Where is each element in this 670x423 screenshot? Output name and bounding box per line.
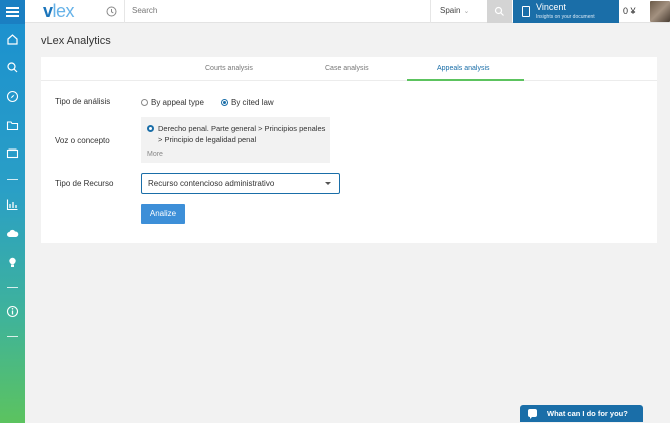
compass-icon[interactable] — [6, 90, 19, 103]
document-icon — [522, 6, 530, 17]
page-title: vLex Analytics — [41, 35, 111, 47]
lightbulb-icon[interactable] — [6, 256, 19, 269]
radio-label: By cited law — [231, 98, 274, 107]
chat-label: What can I do for you? — [547, 409, 628, 418]
info-icon[interactable] — [6, 305, 19, 318]
sidebar-divider — [7, 179, 18, 180]
concept-label: Voz o concepto — [55, 136, 110, 145]
country-label: Spain — [440, 6, 461, 15]
hamburger-menu-icon[interactable] — [0, 0, 25, 24]
tab-case-analysis[interactable]: Case analysis — [325, 65, 369, 72]
folder-icon[interactable] — [6, 119, 19, 132]
left-sidebar — [0, 0, 25, 423]
radio-label: By appeal type — [151, 98, 204, 107]
vlex-logo[interactable]: vlex — [43, 1, 75, 22]
history-icon[interactable] — [105, 5, 118, 18]
credits-counter[interactable]: 0 ¥ — [623, 6, 636, 16]
concept-selector[interactable]: Derecho penal. Parte general > Principio… — [141, 117, 330, 163]
avatar[interactable] — [650, 1, 670, 22]
radio-circle — [141, 99, 148, 106]
radio-by-appeal-type[interactable]: By appeal type — [141, 98, 204, 107]
tab-appeals-analysis[interactable]: Appeals analysis — [437, 65, 490, 72]
sidebar-divider — [7, 336, 18, 337]
recurso-select[interactable]: Recurso contencioso administrativo — [141, 173, 340, 194]
recurso-selected-value: Recurso contencioso administrativo — [148, 179, 275, 188]
sidebar-divider — [7, 287, 18, 288]
chart-icon[interactable] — [6, 198, 19, 211]
search-input[interactable]: Search — [132, 6, 157, 15]
search-icon — [494, 6, 504, 16]
cloud-icon[interactable] — [6, 227, 19, 240]
chevron-down-icon — [325, 182, 331, 185]
more-link[interactable]: More — [147, 151, 163, 158]
analysis-type-label: Tipo de análisis — [55, 97, 111, 106]
country-selector[interactable]: Spain ⌄ — [440, 6, 469, 15]
divider — [124, 0, 125, 23]
search-button[interactable] — [487, 0, 512, 23]
chevron-down-icon: ⌄ — [463, 8, 470, 15]
chat-widget[interactable]: What can I do for you? — [520, 405, 643, 422]
home-icon[interactable] — [6, 33, 19, 46]
analize-button[interactable]: Analize — [141, 204, 185, 224]
user-subtitle: Insights on your document — [536, 14, 595, 20]
tab-courts-analysis[interactable]: Courts analysis — [205, 65, 253, 72]
recurso-label: Tipo de Recurso — [55, 179, 114, 188]
stack-icon[interactable] — [6, 147, 19, 160]
radio-circle-selected — [221, 99, 228, 106]
search-icon[interactable] — [6, 61, 19, 74]
top-bar: vlex Search Spain ⌄ Vincent Insights on y… — [25, 0, 670, 23]
user-insights-button[interactable]: Vincent Insights on your document — [513, 0, 619, 23]
radio-by-cited-law[interactable]: By cited law — [221, 98, 274, 107]
analytics-card: Courts analysis Case analysis Appeals an… — [41, 57, 657, 243]
active-tab-indicator — [407, 79, 524, 81]
divider — [430, 0, 431, 23]
tab-bar: Courts analysis Case analysis Appeals an… — [41, 57, 657, 81]
selected-check-icon — [147, 125, 154, 132]
chat-bubble-icon — [528, 409, 537, 419]
user-name: Vincent — [536, 2, 566, 12]
concept-value: Derecho penal. Parte general > Principio… — [158, 124, 326, 144]
